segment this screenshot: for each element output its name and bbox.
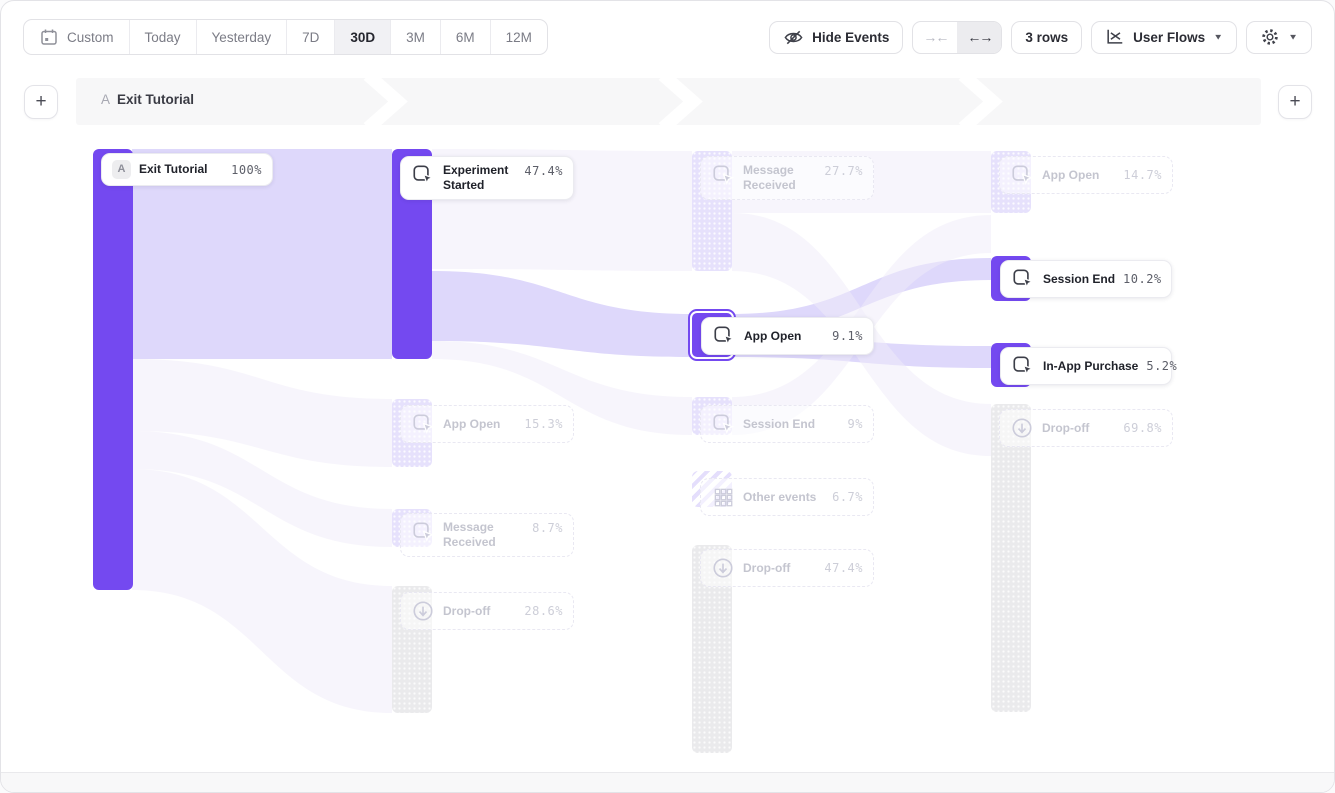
flow-links-layer [1,1,1335,793]
flow-node-card-other-events-3[interactable]: Other events 6.7% [700,478,874,516]
node-percentage: 15.3% [524,417,563,431]
flow-node-card-exit-tutorial[interactable]: A Exit Tutorial 100% [101,153,273,186]
node-percentage: 27.7% [824,164,863,178]
node-label: Exit Tutorial [139,162,223,177]
flow-node-bar-exit-tutorial[interactable] [93,149,133,590]
flow-node-card-in-app-purchase-4[interactable]: In-App Purchase5.2% [1000,347,1172,385]
node-label: Session End [1043,272,1115,287]
flow-node-card-session-end-4[interactable]: Session End 10.2% [1000,260,1172,298]
node-percentage: 9% [848,417,863,431]
event-click-icon [1011,267,1035,291]
node-label: Message Received [743,163,816,193]
drop-off-icon [711,556,735,580]
event-click-icon [411,163,435,187]
other-events-icon [711,485,735,509]
flow-node-card-drop-off-2[interactable]: Drop-off 28.6% [400,592,574,630]
node-percentage: 9.1% [832,329,863,343]
flow-node-card-app-open-3[interactable]: App Open 9.1% [701,317,874,355]
event-click-icon [1010,163,1034,187]
event-letter-badge: A [112,160,131,179]
flow-node-card-session-end-3[interactable]: Session End 9% [700,405,874,443]
node-label: Message Received [443,520,524,550]
flow-node-bar-drop-off-4[interactable] [991,404,1031,712]
drop-off-icon [411,599,435,623]
user-flows-app: Custom Today Yesterday 7D 30D 3M 6M 12M … [0,0,1335,793]
flow-node-card-app-open-2[interactable]: App Open 15.3% [400,405,574,443]
node-percentage: 69.8% [1123,421,1162,435]
event-click-icon [711,163,735,187]
node-percentage: 5.2% [1146,359,1177,373]
flow-node-card-message-received-2[interactable]: Message Received 8.7% [400,513,574,557]
node-percentage: 47.4% [524,164,563,178]
event-click-icon [1011,354,1035,378]
event-click-icon [712,324,736,348]
flow-node-card-app-open-4[interactable]: App Open 14.7% [999,156,1173,194]
node-percentage: 47.4% [824,561,863,575]
drop-off-icon [1010,416,1034,440]
node-percentage: 100% [231,163,262,177]
node-label: App Open [1042,168,1115,183]
flow-node-card-drop-off-4[interactable]: Drop-off 69.8% [999,409,1173,447]
node-percentage: 10.2% [1123,272,1162,286]
flow-node-card-experiment-started[interactable]: Experiment Started 47.4% [400,156,574,200]
flow-node-card-drop-off-3[interactable]: Drop-off 47.4% [700,549,874,587]
node-percentage: 6.7% [832,490,863,504]
node-label: Other events [743,490,824,505]
node-label: Drop-off [443,604,516,619]
node-label: App Open [744,329,824,344]
node-label: Drop-off [1042,421,1115,436]
event-click-icon [711,412,735,436]
node-percentage: 8.7% [532,521,563,535]
node-percentage: 28.6% [524,604,563,618]
bottom-scroll-strip[interactable] [1,772,1334,792]
event-click-icon [411,520,435,544]
node-label: Session End [743,417,840,432]
flow-node-card-message-received-3[interactable]: Message Received 27.7% [700,156,874,200]
node-percentage: 14.7% [1123,168,1162,182]
event-click-icon [411,412,435,436]
node-label: Drop-off [743,561,816,576]
node-label: Experiment Started [443,163,516,193]
node-label: App Open [443,417,516,432]
node-label: In-App Purchase [1043,359,1138,374]
